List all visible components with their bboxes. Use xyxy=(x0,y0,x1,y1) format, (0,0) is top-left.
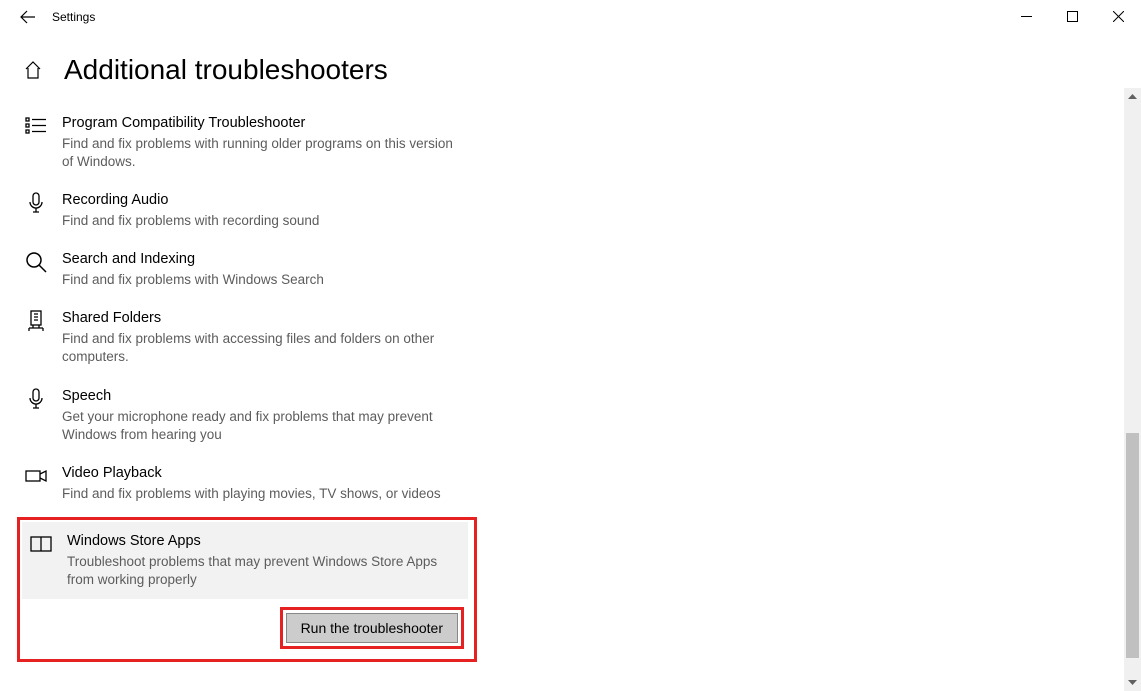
scroll-thumb[interactable] xyxy=(1126,433,1139,658)
maximize-button[interactable] xyxy=(1049,0,1095,32)
page-title: Additional troubleshooters xyxy=(64,54,388,86)
shared-folders-icon xyxy=(22,309,50,337)
troubleshooter-windows-store-apps[interactable]: Windows Store Apps Troubleshoot problems… xyxy=(22,522,468,599)
troubleshooter-title: Windows Store Apps xyxy=(67,532,456,551)
window-controls xyxy=(1003,0,1141,32)
troubleshooter-title: Shared Folders xyxy=(62,309,465,328)
search-icon xyxy=(22,250,50,278)
troubleshooter-desc: Find and fix problems with accessing fil… xyxy=(62,330,465,366)
run-troubleshooter-button[interactable]: Run the troubleshooter xyxy=(286,613,458,643)
troubleshooter-title: Program Compatibility Troubleshooter xyxy=(62,114,465,133)
troubleshooter-desc: Find and fix problems with recording sou… xyxy=(62,212,465,230)
troubleshooter-desc: Get your microphone ready and fix proble… xyxy=(62,408,465,444)
scroll-up-button[interactable] xyxy=(1124,88,1141,105)
scroll-down-button[interactable] xyxy=(1124,674,1141,691)
back-arrow-icon xyxy=(20,9,36,25)
troubleshooter-speech[interactable]: Speech Get your microphone ready and fix… xyxy=(22,377,477,454)
troubleshooter-recording-audio[interactable]: Recording Audio Find and fix problems wi… xyxy=(22,181,477,240)
chevron-up-icon xyxy=(1128,94,1137,99)
video-icon xyxy=(22,464,50,492)
close-button[interactable] xyxy=(1095,0,1141,32)
troubleshooter-title: Recording Audio xyxy=(62,191,465,210)
troubleshooter-list: Program Compatibility Troubleshooter Fin… xyxy=(0,104,477,662)
run-troubleshooter-highlight: Run the troubleshooter xyxy=(280,607,464,649)
home-icon[interactable] xyxy=(22,59,44,81)
titlebar: Settings xyxy=(0,0,1141,34)
highlighted-troubleshooter: Windows Store Apps Troubleshoot problems… xyxy=(17,517,477,662)
speech-icon xyxy=(22,387,50,415)
troubleshooter-shared-folders[interactable]: Shared Folders Find and fix problems wit… xyxy=(22,299,477,376)
troubleshooter-program-compatibility[interactable]: Program Compatibility Troubleshooter Fin… xyxy=(22,104,477,181)
minimize-button[interactable] xyxy=(1003,0,1049,32)
minimize-icon xyxy=(1021,11,1032,22)
chevron-down-icon xyxy=(1128,680,1137,685)
troubleshooter-video-playback[interactable]: Video Playback Find and fix problems wit… xyxy=(22,454,477,513)
page-header: Additional troubleshooters xyxy=(0,34,1141,104)
store-apps-icon xyxy=(27,532,55,560)
maximize-icon xyxy=(1067,11,1078,22)
vertical-scrollbar[interactable] xyxy=(1123,88,1141,691)
close-icon xyxy=(1113,11,1124,22)
program-compatibility-icon xyxy=(22,114,50,142)
back-button[interactable] xyxy=(12,1,44,33)
troubleshooter-title: Video Playback xyxy=(62,464,465,483)
app-title: Settings xyxy=(52,10,95,24)
troubleshooter-search-indexing[interactable]: Search and Indexing Find and fix problem… xyxy=(22,240,477,299)
troubleshooter-desc: Find and fix problems with Windows Searc… xyxy=(62,271,465,289)
troubleshooter-desc: Find and fix problems with running older… xyxy=(62,135,465,171)
microphone-icon xyxy=(22,191,50,219)
troubleshooter-title: Speech xyxy=(62,387,465,406)
troubleshooter-desc: Troubleshoot problems that may prevent W… xyxy=(67,553,456,589)
troubleshooter-title: Search and Indexing xyxy=(62,250,465,269)
troubleshooter-desc: Find and fix problems with playing movie… xyxy=(62,485,465,503)
